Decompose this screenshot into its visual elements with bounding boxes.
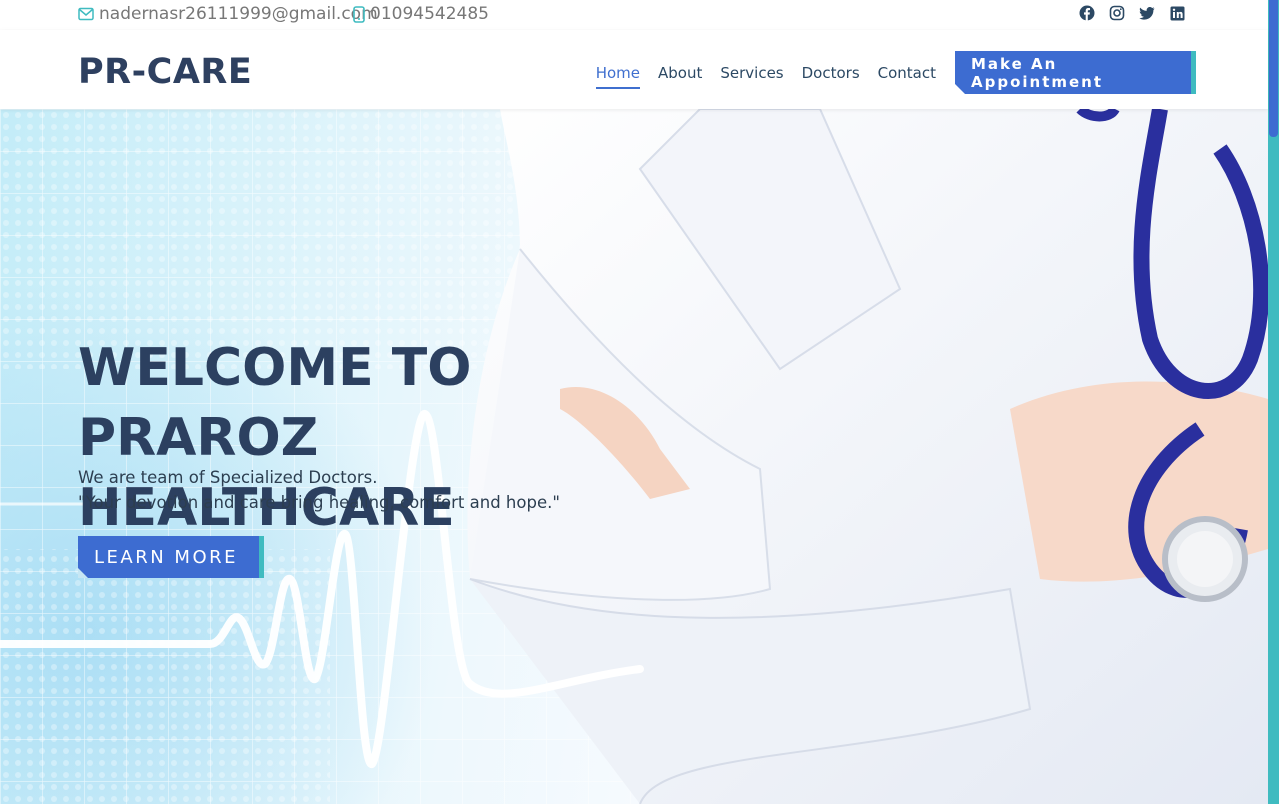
learn-more-button[interactable]: LEARN MORE (78, 536, 264, 578)
nav-contact[interactable]: Contact (878, 64, 936, 89)
email-text[interactable]: nadernasr26111999@gmail.com (99, 4, 378, 24)
facebook-icon[interactable] (1079, 5, 1095, 21)
email-contact[interactable]: nadernasr26111999@gmail.com (78, 4, 378, 24)
twitter-icon[interactable] (1139, 5, 1155, 21)
phone-contact[interactable]: 01094542485 (353, 4, 489, 24)
site-logo[interactable]: PR-CARE (78, 52, 252, 92)
nav-about[interactable]: About (658, 64, 702, 89)
social-links (1079, 5, 1185, 21)
scrollbar-thumb[interactable] (1269, 0, 1278, 137)
linkedin-icon[interactable] (1169, 5, 1185, 21)
top-bar: nadernasr26111999@gmail.com 01094542485 (0, 0, 1268, 30)
envelope-icon (78, 7, 94, 21)
hero-subtitle: We are team of Specialized Doctors. "You… (78, 465, 560, 515)
nav-home[interactable]: Home (595, 64, 640, 89)
nav-doctors[interactable]: Doctors (802, 64, 860, 89)
page-scrollbar[interactable] (1268, 0, 1279, 804)
main-nav: Home About Services Doctors Contact (595, 64, 936, 89)
hero-section: WELCOME TO PRAROZ HEALTHCARE We are team… (0, 109, 1268, 804)
phone-text[interactable]: 01094542485 (370, 4, 489, 24)
site-header: PR-CARE Home About Services Doctors Cont… (0, 30, 1268, 109)
nav-services[interactable]: Services (720, 64, 783, 89)
make-appointment-button[interactable]: Make An Appointment (955, 51, 1196, 94)
instagram-icon[interactable] (1109, 5, 1125, 21)
hero-subtitle-line-1: We are team of Specialized Doctors. (78, 468, 378, 487)
mobile-phone-icon (353, 5, 365, 23)
hero-subtitle-line-2: "Your devotion and care bring healing, c… (78, 493, 560, 512)
